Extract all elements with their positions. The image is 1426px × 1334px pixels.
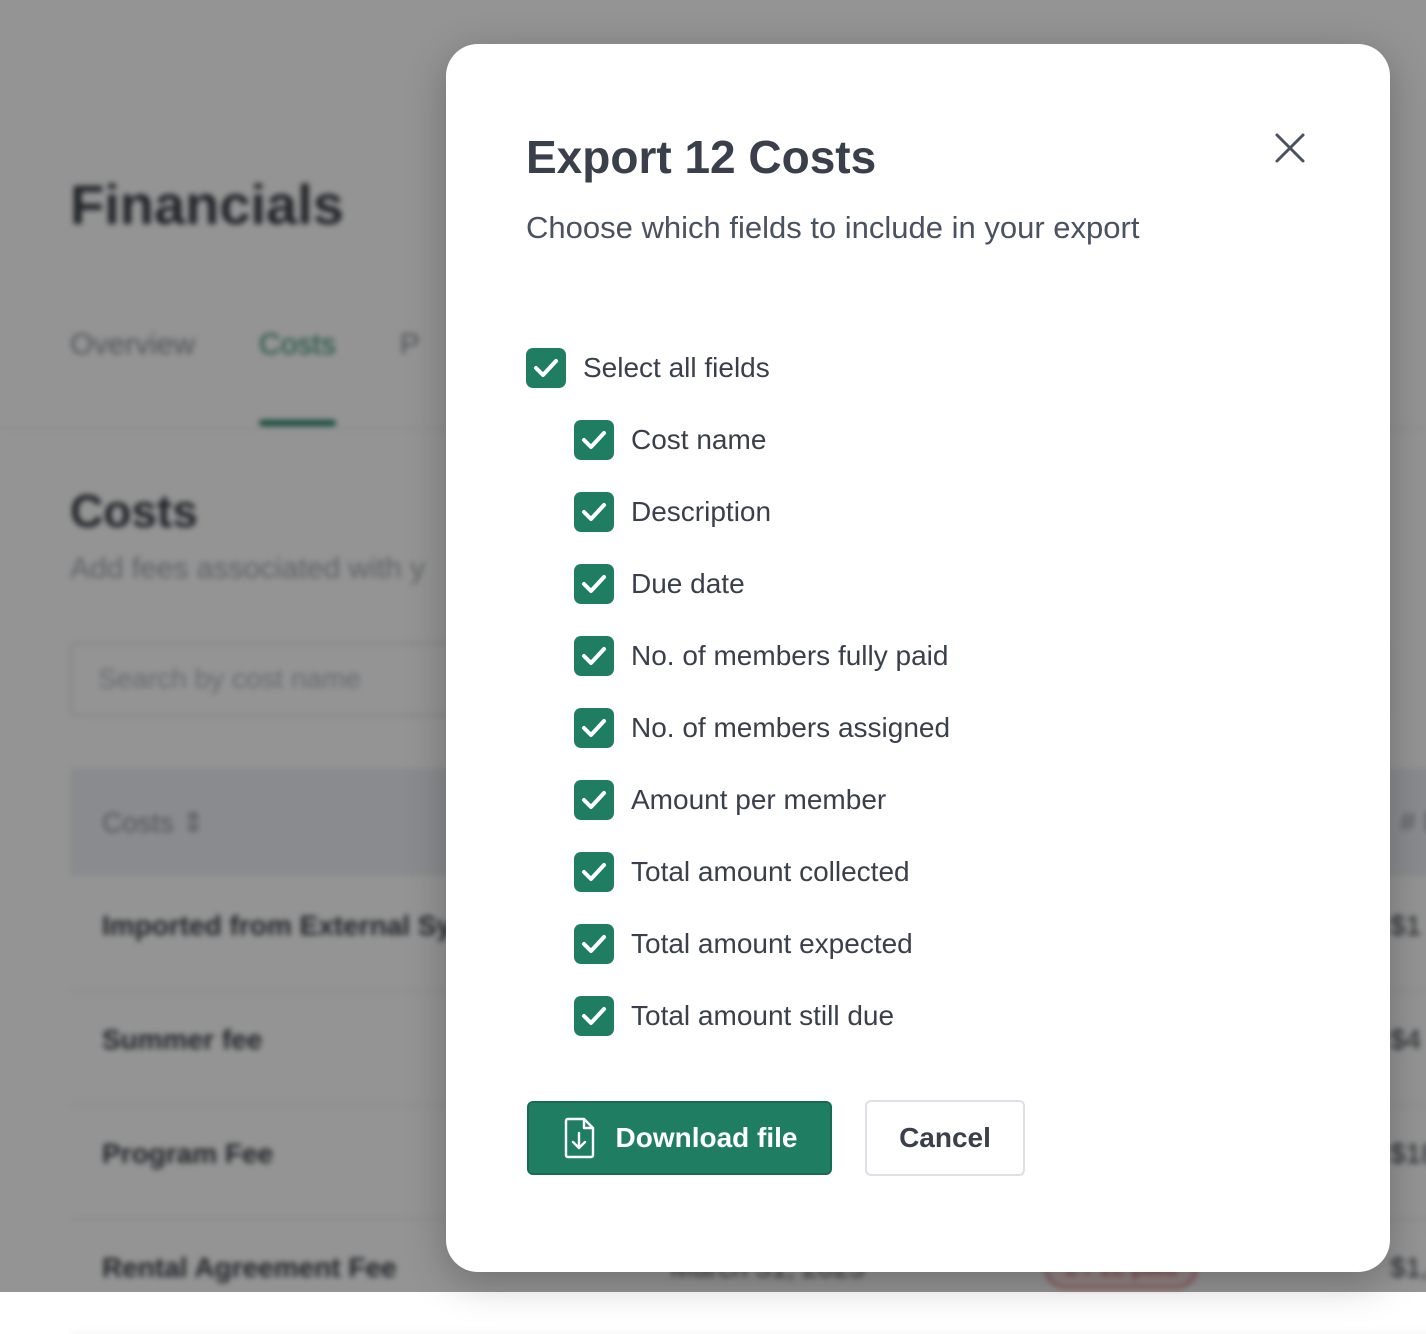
select-all-option[interactable]: Select all fields [526, 348, 770, 388]
export-dialog: Export 12 Costs Choose which fields to i… [446, 44, 1390, 1272]
download-file-button[interactable]: Download file [527, 1101, 832, 1175]
field-label: Description [631, 496, 772, 527]
field-option-description[interactable]: Description [574, 492, 771, 532]
field-label: Total amount still due [631, 1000, 895, 1031]
check-icon [582, 1007, 606, 1025]
field-option-total-still-due[interactable]: Total amount still due [574, 996, 894, 1036]
field-checkbox[interactable] [574, 636, 614, 676]
close-button[interactable] [1268, 126, 1312, 170]
field-option-due-date[interactable]: Due date [574, 564, 745, 604]
field-option-members-assigned[interactable]: No. of members assigned [574, 708, 950, 748]
field-option-members-fully-paid[interactable]: No. of members fully paid [574, 636, 948, 676]
check-icon [582, 575, 606, 593]
dialog-title: Export 12 Costs [526, 131, 877, 183]
field-checkbox[interactable] [574, 492, 614, 532]
field-option-total-expected[interactable]: Total amount expected [574, 924, 913, 964]
check-icon [582, 791, 606, 809]
field-label: Total amount collected [631, 856, 910, 887]
cancel-button-label: Cancel [899, 1122, 991, 1153]
check-icon [582, 863, 606, 881]
field-label: Amount per member [631, 784, 887, 815]
field-option-amount-per-member[interactable]: Amount per member [574, 780, 886, 820]
file-download-icon [562, 1117, 596, 1159]
check-icon [534, 359, 558, 377]
check-icon [582, 935, 606, 953]
check-icon [582, 719, 606, 737]
check-icon [582, 503, 606, 521]
field-checkbox[interactable] [574, 852, 614, 892]
dialog-subtitle: Choose which fields to include in your e… [526, 210, 1140, 245]
select-all-checkbox[interactable] [526, 348, 566, 388]
field-label: Total amount expected [631, 928, 913, 959]
close-icon [1275, 133, 1305, 163]
check-icon [582, 647, 606, 665]
check-icon [582, 431, 606, 449]
field-checkbox[interactable] [574, 924, 614, 964]
field-label: No. of members fully paid [631, 640, 949, 671]
field-checkbox[interactable] [574, 420, 614, 460]
field-label: Due date [631, 568, 745, 599]
field-option-cost-name[interactable]: Cost name [574, 420, 766, 460]
field-checkbox[interactable] [574, 708, 614, 748]
field-option-total-collected[interactable]: Total amount collected [574, 852, 910, 892]
field-label: No. of members assigned [631, 712, 951, 743]
select-all-label: Select all fields [583, 352, 770, 383]
field-checkbox[interactable] [574, 780, 614, 820]
field-checkbox[interactable] [574, 996, 614, 1036]
download-button-label: Download file [615, 1122, 798, 1153]
field-checkbox[interactable] [574, 564, 614, 604]
cancel-button[interactable]: Cancel [865, 1100, 1025, 1176]
field-label: Cost name [631, 424, 767, 455]
